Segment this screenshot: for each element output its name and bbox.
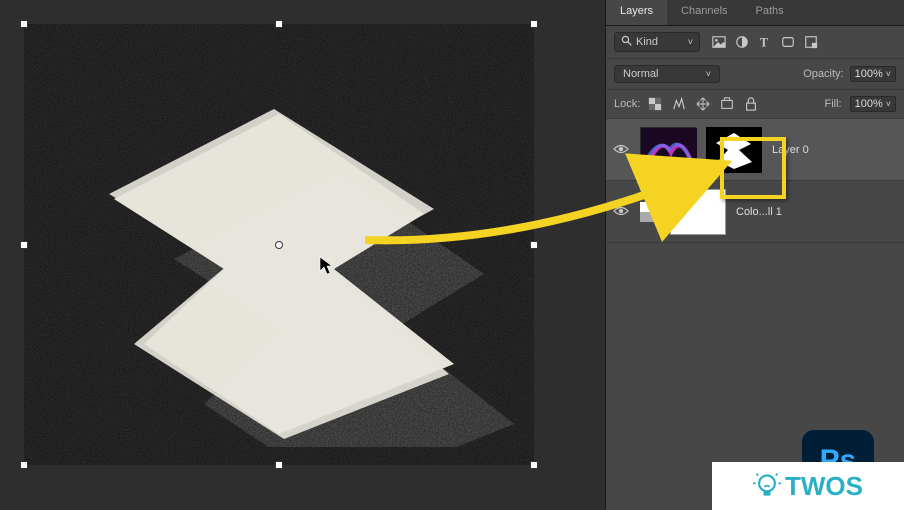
lock-all-icon[interactable] bbox=[744, 97, 758, 111]
chevron-down-icon: ˅ bbox=[886, 69, 891, 79]
filter-image-icon[interactable] bbox=[712, 35, 726, 49]
twos-watermark: TWOS bbox=[712, 462, 904, 510]
filter-kind-select[interactable]: Kind ˅ bbox=[614, 32, 700, 52]
fill-layer-thumb[interactable] bbox=[640, 202, 660, 222]
chevron-down-icon: ˅ bbox=[688, 37, 693, 47]
transform-handle-bl[interactable] bbox=[20, 461, 28, 469]
blend-row: Normal ˅ Opacity: 100% ˅ bbox=[606, 59, 904, 90]
chevron-down-icon: ˅ bbox=[706, 69, 711, 79]
filter-shape-icon[interactable] bbox=[781, 35, 795, 49]
layer-row[interactable]: Colo...ll 1 bbox=[606, 181, 904, 243]
twos-text: TWOS bbox=[785, 471, 863, 502]
layers-list: Layer 0 Colo...ll 1 bbox=[606, 119, 904, 243]
layer-name[interactable]: Colo...ll 1 bbox=[736, 206, 782, 218]
layer-mask-thumbnail[interactable] bbox=[706, 127, 762, 173]
filter-type-icon[interactable]: T bbox=[758, 35, 772, 49]
filter-kind-label: Kind bbox=[636, 36, 658, 48]
svg-text:T: T bbox=[760, 35, 768, 49]
filter-row: Kind ˅ T bbox=[606, 26, 904, 59]
transform-handle-mr[interactable] bbox=[530, 241, 538, 249]
transform-handle-tr[interactable] bbox=[530, 20, 538, 28]
transform-handle-br[interactable] bbox=[530, 461, 538, 469]
transform-handle-ml[interactable] bbox=[20, 241, 28, 249]
visibility-toggle[interactable] bbox=[612, 142, 630, 158]
lock-label: Lock: bbox=[614, 98, 640, 110]
document-canvas[interactable] bbox=[24, 24, 534, 465]
filter-adjustment-icon[interactable] bbox=[735, 35, 749, 49]
panel-tabs: Layers Channels Paths bbox=[606, 0, 904, 26]
tab-layers[interactable]: Layers bbox=[606, 0, 667, 25]
layer-mask-thumbnail[interactable] bbox=[670, 189, 726, 235]
tab-channels[interactable]: Channels bbox=[667, 0, 741, 25]
chevron-down-icon: ˅ bbox=[886, 99, 891, 109]
transform-handle-bm[interactable] bbox=[275, 461, 283, 469]
fill-value: 100% bbox=[855, 98, 883, 110]
transform-handle-tl[interactable] bbox=[20, 20, 28, 28]
lock-image-icon[interactable] bbox=[672, 97, 686, 111]
fill-field[interactable]: 100% ˅ bbox=[850, 96, 896, 112]
filter-smartobject-icon[interactable] bbox=[804, 35, 818, 49]
opacity-value: 100% bbox=[855, 68, 883, 80]
fill-label: Fill: bbox=[824, 98, 841, 110]
lock-row: Lock: Fill: 100% ˅ bbox=[606, 90, 904, 119]
visibility-toggle[interactable] bbox=[612, 204, 630, 220]
search-icon bbox=[621, 35, 632, 49]
lightbulb-icon bbox=[753, 472, 781, 500]
blend-mode-select[interactable]: Normal ˅ bbox=[614, 65, 720, 83]
lock-position-icon[interactable] bbox=[696, 97, 710, 111]
cursor-icon bbox=[319, 256, 337, 281]
transform-handle-tm[interactable] bbox=[275, 20, 283, 28]
transform-center-point[interactable] bbox=[275, 241, 283, 249]
lock-artboard-icon[interactable] bbox=[720, 97, 734, 111]
tab-paths[interactable]: Paths bbox=[742, 0, 798, 25]
canvas-area[interactable] bbox=[0, 0, 605, 510]
opacity-field[interactable]: 100% ˅ bbox=[850, 66, 896, 82]
blend-mode-value: Normal bbox=[623, 68, 658, 80]
layer-thumbnail[interactable] bbox=[640, 127, 696, 173]
layer-row[interactable]: Layer 0 bbox=[606, 119, 904, 181]
lock-transparency-icon[interactable] bbox=[648, 97, 662, 111]
opacity-label: Opacity: bbox=[803, 68, 843, 80]
layer-name[interactable]: Layer 0 bbox=[772, 144, 809, 156]
